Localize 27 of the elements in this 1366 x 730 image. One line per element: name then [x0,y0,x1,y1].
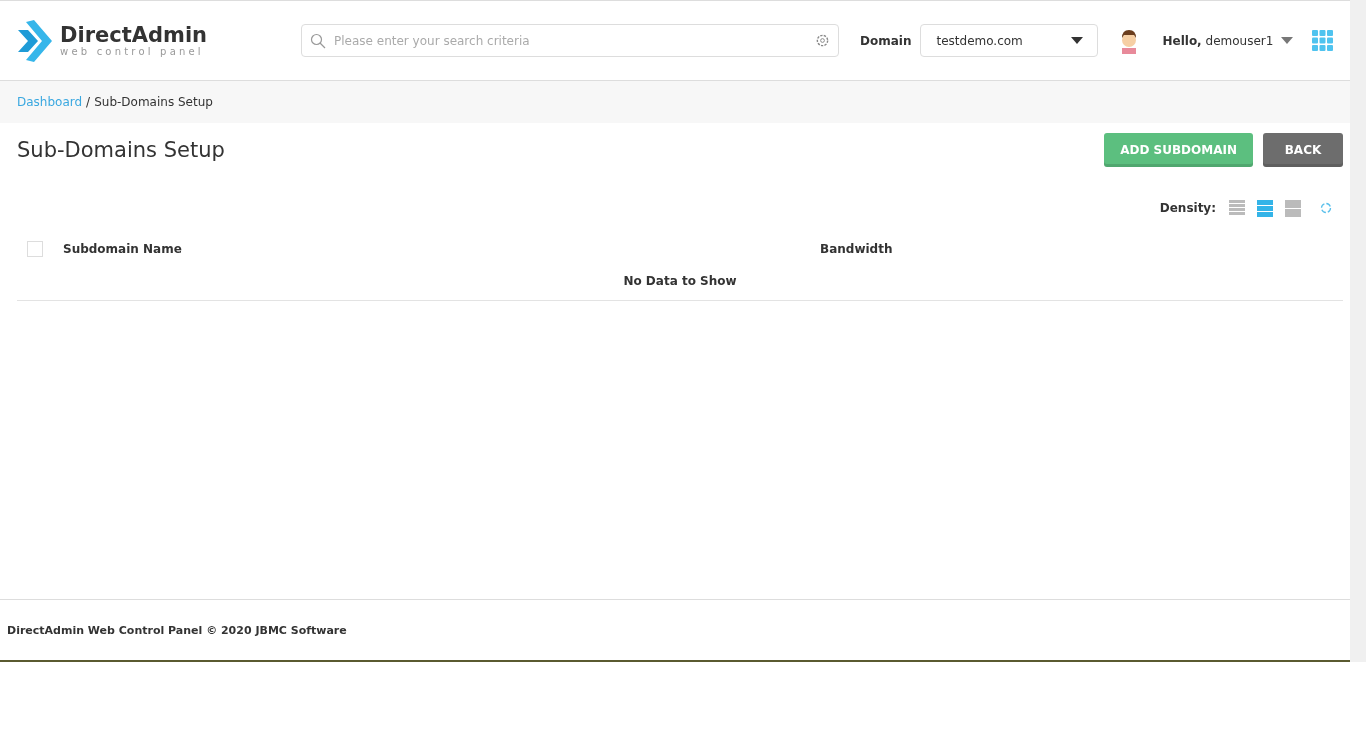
density-button[interactable] [1256,199,1274,217]
density-label: Density: [1159,201,1216,215]
footer-text: DirectAdmin Web Control Panel © 2020 JBMC Software [0,599,1350,662]
select-all-checkbox[interactable] [27,241,43,257]
density-button[interactable] [1228,199,1246,217]
search-field[interactable]: Please enter your search criteria [301,24,839,57]
settings-icon[interactable] [815,33,830,48]
empty-message: No Data to Show [622,273,738,290]
column-header: Bandwidth [820,242,893,256]
apps-grid-icon[interactable] [1312,30,1334,51]
density-button[interactable] [1284,199,1302,217]
domain-select[interactable]: testdemo.com [920,24,1099,57]
breadcrumb-separator: / [85,95,92,109]
breadcrumb-current: Sub-Domains Setup [94,95,213,109]
scrollbar-track[interactable] [1350,0,1366,662]
refresh-icon[interactable] [1320,202,1332,214]
domain-label: Domain [860,33,912,48]
user-greeting[interactable]: Hello, demouser1 [1162,33,1274,48]
caret-icon [1071,37,1084,44]
back-button[interactable]: BACK [1263,133,1343,167]
logo-subtitle: web control panel [60,45,205,58]
logo-title: DirectAdmin [60,23,208,46]
page-title: Sub-Domains Setup [17,138,225,162]
logo-icon [18,19,54,62]
column-header: Subdomain Name [63,242,183,256]
caret-icon[interactable] [1281,37,1294,44]
search-icon [310,32,326,49]
